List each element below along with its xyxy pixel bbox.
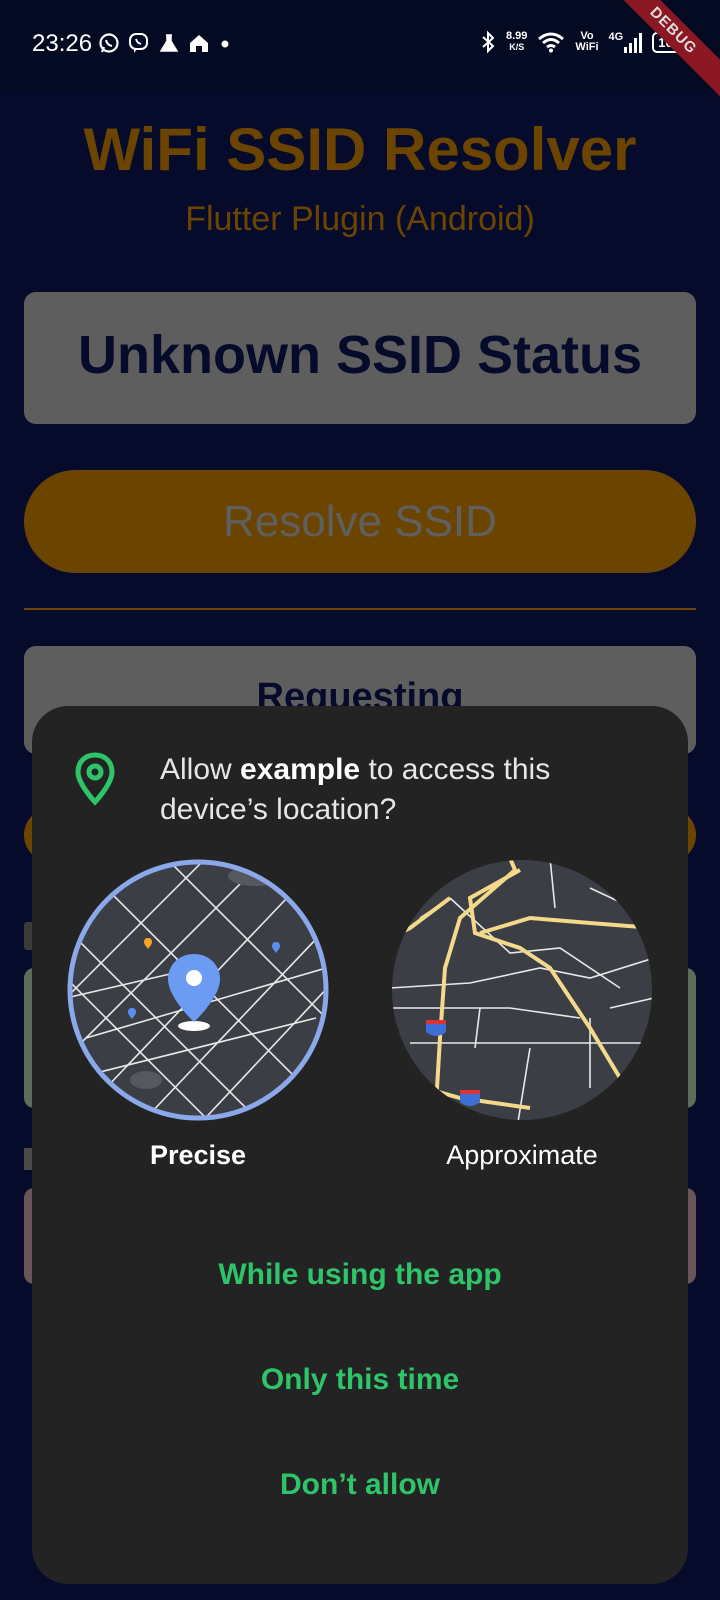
status-time: 23:26	[32, 30, 93, 57]
precise-label[interactable]: Precise	[98, 1140, 298, 1171]
network-label: 4G	[608, 30, 624, 43]
location-marker-shadow	[178, 1021, 210, 1031]
only-this-time-button[interactable]: Only this time	[32, 1363, 688, 1397]
interstate-shield-icon	[426, 1020, 446, 1036]
dont-allow-button[interactable]: Don’t allow	[32, 1468, 688, 1502]
dialog-message-prefix: Allow	[160, 753, 241, 786]
while-using-app-button[interactable]: While using the app	[32, 1258, 688, 1292]
wifi-label: WiFi	[575, 41, 599, 53]
approximate-label[interactable]: Approximate	[412, 1140, 632, 1171]
viber-icon	[129, 33, 148, 53]
net-speed-unit: K/S	[509, 42, 525, 52]
park-area	[130, 1071, 162, 1089]
status-notification-icons	[98, 32, 232, 54]
dialog-app-name: example	[240, 753, 361, 786]
app-subtitle: Flutter Plugin (Android)	[185, 200, 535, 238]
whatsapp-icon	[99, 33, 119, 53]
resolve-ssid-button[interactable]: Resolve SSID	[24, 470, 696, 573]
cell-signal: 4G	[608, 30, 643, 53]
vowifi-indicator: Vo WiFi	[575, 31, 598, 53]
bluetooth-icon	[482, 30, 495, 54]
approximate-location-map[interactable]	[390, 858, 654, 1122]
wifi-icon	[538, 32, 565, 53]
ssid-status-text: Unknown SSID Status	[77, 325, 643, 385]
lab-flask-icon	[159, 34, 179, 52]
signal-bars-icon	[624, 32, 643, 53]
home-icon	[190, 35, 208, 52]
net-speed-value: 8.99	[506, 30, 528, 42]
dialog-message: Allow example to access this device’s lo…	[160, 750, 640, 830]
interstate-shield-icon	[460, 1090, 480, 1106]
location-pin-icon	[75, 752, 115, 806]
divider	[24, 608, 696, 610]
dot-icon	[221, 40, 229, 48]
precise-location-map[interactable]	[66, 858, 330, 1122]
net-speed: 8.99 K/S	[506, 31, 527, 53]
app-title: WiFi SSID Resolver	[83, 116, 637, 183]
status-system-icons: 8.99 K/S Vo WiFi 4G 100	[480, 30, 686, 54]
